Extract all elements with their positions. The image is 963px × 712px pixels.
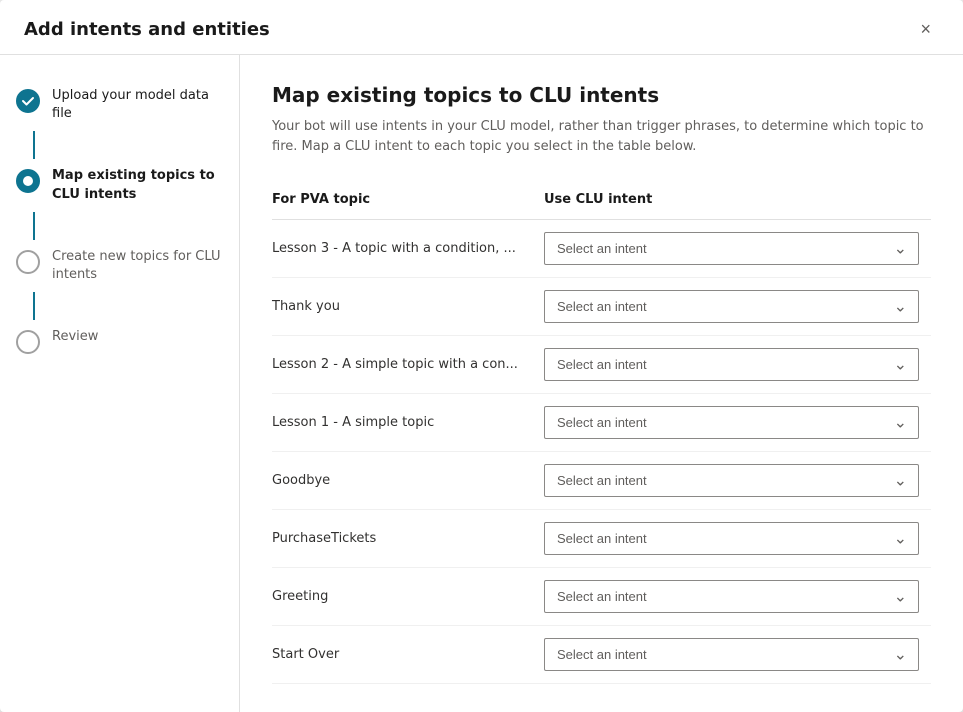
topic-cell: Lesson 2 - A simple topic with a con...: [272, 336, 532, 394]
sidebar: Upload your model data file Map existing…: [0, 55, 240, 712]
intent-select-4[interactable]: Select an intent: [544, 464, 919, 497]
step-label-create: Create new topics for CLU intents: [52, 248, 223, 284]
step-icon-upload: [16, 89, 40, 113]
step-item-create: Create new topics for CLU intents: [16, 240, 223, 292]
table-row: Greeting Select an intent: [272, 568, 931, 626]
select-wrapper: Select an intent: [544, 638, 919, 671]
select-wrapper: Select an intent: [544, 232, 919, 265]
intent-cell: Select an intent: [532, 568, 931, 626]
dialog-header: Add intents and entities ×: [0, 0, 963, 55]
col-header-pva: For PVA topic: [272, 184, 532, 220]
intent-cell: Select an intent: [532, 452, 931, 510]
table-row: PurchaseTickets Select an intent: [272, 510, 931, 568]
intent-cell: Select an intent: [532, 220, 931, 278]
step-item-upload: Upload your model data file: [16, 79, 223, 131]
intent-cell: Select an intent: [532, 394, 931, 452]
close-button[interactable]: ×: [912, 16, 939, 42]
table-row: Lesson 1 - A simple topic Select an inten…: [272, 394, 931, 452]
select-wrapper: Select an intent: [544, 290, 919, 323]
dialog: Add intents and entities × Upload your m…: [0, 0, 963, 712]
topic-cell: Thank you: [272, 278, 532, 336]
step-label-review: Review: [52, 328, 98, 346]
topic-cell: Lesson 3 - A topic with a condition, ...: [272, 220, 532, 278]
col-header-clu: Use CLU intent: [532, 184, 931, 220]
section-title: Map existing topics to CLU intents: [272, 83, 931, 107]
topic-cell: PurchaseTickets: [272, 510, 532, 568]
step-connector-2: [33, 212, 35, 240]
select-wrapper: Select an intent: [544, 522, 919, 555]
intent-cell: Select an intent: [532, 510, 931, 568]
select-wrapper: Select an intent: [544, 406, 919, 439]
topic-cell: Start Over: [272, 626, 532, 684]
topic-cell: Lesson 1 - A simple topic: [272, 394, 532, 452]
intent-cell: Select an intent: [532, 336, 931, 394]
step-label-upload: Upload your model data file: [52, 87, 223, 123]
topic-cell: Goodbye: [272, 452, 532, 510]
step-connector-3: [33, 292, 35, 320]
select-wrapper: Select an intent: [544, 348, 919, 381]
step-icon-review: [16, 330, 40, 354]
step-icon-create: [16, 250, 40, 274]
intent-cell: Select an intent: [532, 626, 931, 684]
intent-select-5[interactable]: Select an intent: [544, 522, 919, 555]
intent-select-0[interactable]: Select an intent: [544, 232, 919, 265]
table-row: Lesson 3 - A topic with a condition, ...…: [272, 220, 931, 278]
intent-select-7[interactable]: Select an intent: [544, 638, 919, 671]
table-row: Thank you Select an intent: [272, 278, 931, 336]
step-connector-1: [33, 131, 35, 159]
step-label-map: Map existing topics to CLU intents: [52, 167, 223, 203]
intent-select-3[interactable]: Select an intent: [544, 406, 919, 439]
step-icon-map: [16, 169, 40, 193]
intent-select-6[interactable]: Select an intent: [544, 580, 919, 613]
table-row: Start Over Select an intent: [272, 626, 931, 684]
intent-select-1[interactable]: Select an intent: [544, 290, 919, 323]
section-description: Your bot will use intents in your CLU mo…: [272, 117, 931, 156]
main-content: Map existing topics to CLU intents Your …: [240, 55, 963, 712]
topic-cell: Greeting: [272, 568, 532, 626]
table-row: Lesson 2 - A simple topic with a con... S…: [272, 336, 931, 394]
step-item-review: Review: [16, 320, 223, 362]
step-item-map: Map existing topics to CLU intents: [16, 159, 223, 211]
dialog-title: Add intents and entities: [24, 19, 270, 40]
table-row: Goodbye Select an intent: [272, 452, 931, 510]
intent-cell: Select an intent: [532, 278, 931, 336]
select-wrapper: Select an intent: [544, 464, 919, 497]
select-wrapper: Select an intent: [544, 580, 919, 613]
intent-select-2[interactable]: Select an intent: [544, 348, 919, 381]
mapping-table: For PVA topic Use CLU intent Lesson 3 - …: [272, 184, 931, 684]
dialog-body: Upload your model data file Map existing…: [0, 55, 963, 712]
